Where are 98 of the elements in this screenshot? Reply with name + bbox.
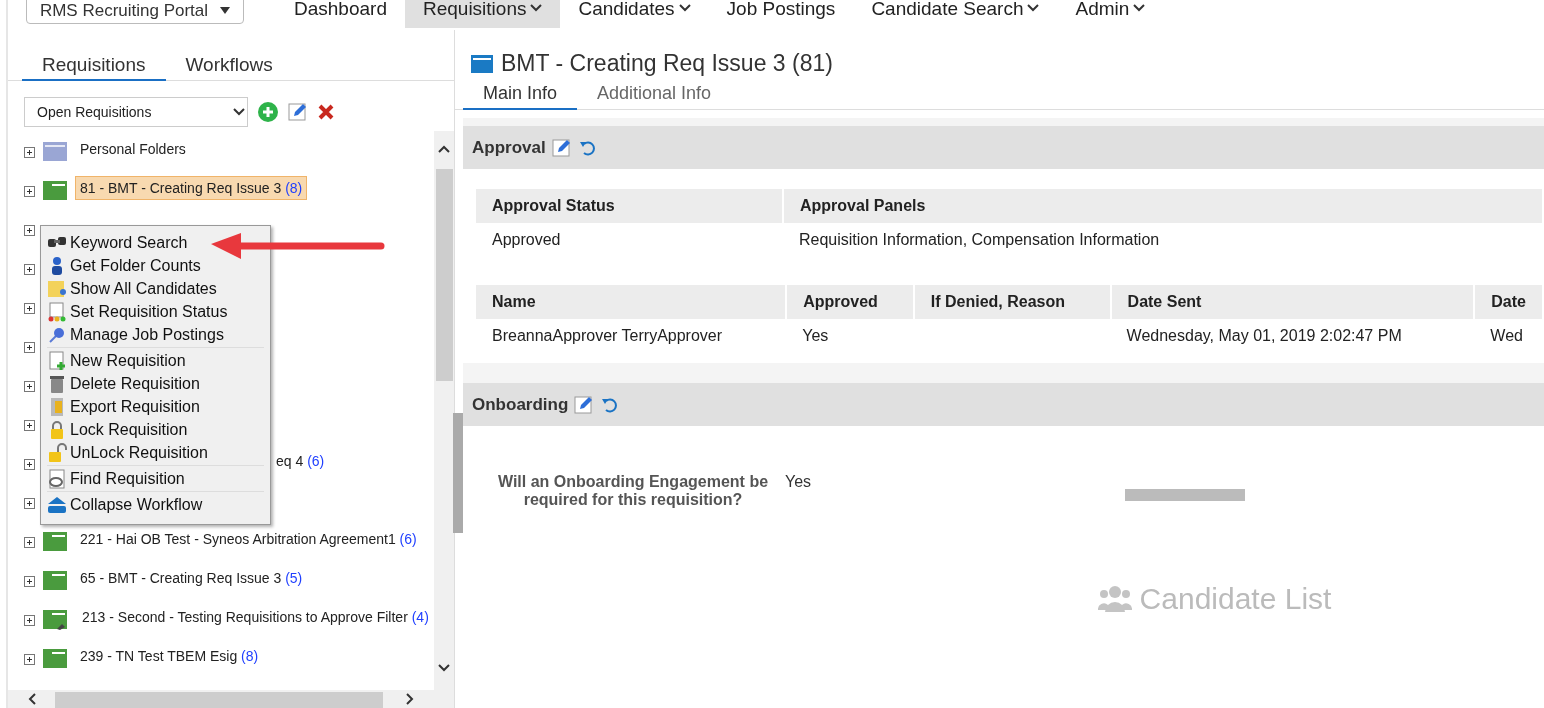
requisition-title: BMT - Creating Req Issue 3 (81): [501, 50, 833, 77]
table-cell: Yes: [786, 319, 914, 353]
column-header: Name: [476, 285, 787, 319]
context-menu-item[interactable]: Set Requisition Status: [47, 300, 228, 323]
expand-toggle-icon[interactable]: [24, 186, 35, 197]
folder-icon: [43, 570, 67, 590]
nav-menu-item[interactable]: Admin: [1057, 0, 1164, 28]
context-menu-item[interactable]: Keyword Search: [47, 231, 188, 254]
candidate-list-heading: Candidate List: [1139, 582, 1332, 616]
expand-toggle-icon[interactable]: [24, 225, 35, 236]
expand-toggle-icon[interactable]: [24, 303, 35, 314]
section-title: Onboarding: [472, 394, 569, 415]
expand-toggle-icon[interactable]: [24, 342, 35, 353]
caret-icon: [438, 664, 450, 672]
context-menu-item[interactable]: Delete Requisition: [47, 372, 200, 395]
vertical-scrollbar[interactable]: [434, 131, 454, 690]
context-menu-item[interactable]: UnLock Requisition: [47, 441, 208, 464]
caret-icon: [438, 145, 450, 153]
expand-toggle-icon[interactable]: [24, 498, 35, 509]
users-icon: [1097, 584, 1132, 614]
folder-icon: [43, 141, 67, 161]
new-document-icon: [47, 350, 67, 371]
expand-toggle-icon[interactable]: [24, 381, 35, 392]
caret-icon: [233, 108, 245, 116]
nav-menu-item[interactable]: Dashboard: [276, 0, 405, 28]
field-value: Yes: [785, 473, 812, 492]
expand-toggle-icon[interactable]: [24, 264, 35, 275]
context-menu-item[interactable]: Manage Job Postings: [47, 323, 224, 346]
column-header: Approval Status: [476, 189, 783, 223]
splitter-handle[interactable]: [453, 413, 463, 533]
expand-toggle-icon[interactable]: [24, 615, 35, 626]
resize-grip[interactable]: [1125, 489, 1245, 501]
tree-item[interactable]: 65 - BMT - Creating Req Issue 3 (5): [75, 566, 308, 590]
table-cell: BreannaApprover TerryApprover: [476, 319, 787, 353]
folder-icon: [43, 648, 67, 668]
add-icon[interactable]: [258, 102, 278, 122]
panel-tab[interactable]: Requisitions: [22, 52, 166, 81]
table-cell: Approved: [476, 223, 783, 257]
pinned-folder-icon: [43, 609, 69, 631]
table-cell: Wednesday, May 01, 2019 2:02:47 PM: [1110, 319, 1475, 353]
expand-toggle-icon[interactable]: [24, 459, 35, 470]
scroll-left-icon[interactable]: [28, 693, 36, 705]
edit-icon[interactable]: [551, 137, 572, 158]
panel-tab[interactable]: Workflows: [165, 52, 293, 81]
caret-icon: [1133, 4, 1146, 12]
expand-toggle-icon[interactable]: [24, 654, 35, 665]
folder-icon: [43, 531, 67, 551]
find-icon: [47, 468, 67, 489]
detail-tab[interactable]: Additional Info: [577, 79, 732, 110]
horizontal-scrollbar[interactable]: [8, 690, 454, 708]
nav-menu-item[interactable]: Requisitions: [404, 0, 561, 28]
table-cell: Wed: [1474, 319, 1543, 353]
status-icon: [47, 301, 67, 322]
caret-icon: [678, 4, 691, 12]
portal-selector[interactable]: RMS Recruiting Portal: [26, 0, 244, 24]
unlock-icon: [47, 442, 67, 463]
context-menu-item[interactable]: Get Folder Counts: [47, 254, 201, 277]
expand-toggle-icon[interactable]: [24, 420, 35, 431]
nav-menu-item[interactable]: Candidate Search: [853, 0, 1058, 28]
column-header: Approval Panels: [783, 189, 1543, 223]
expand-toggle-icon[interactable]: [24, 576, 35, 587]
table-cell: Requisition Information, Compensation Information: [783, 223, 1543, 257]
nav-menu-item[interactable]: Candidates: [560, 0, 709, 28]
column-header: Approved: [786, 285, 914, 319]
tree-item[interactable]: Personal Folders: [75, 137, 191, 161]
tree-item[interactable]: eq 4 (6): [271, 449, 330, 473]
expand-toggle-icon[interactable]: [24, 147, 35, 158]
filter-select[interactable]: Open Requisitions: [24, 97, 248, 127]
expand-toggle-icon[interactable]: [24, 537, 35, 548]
context-menu-item[interactable]: Find Requisition: [47, 467, 185, 490]
field-label: Will an Onboarding Engagement be required for this requisition?: [496, 473, 770, 509]
folder-person-icon: [47, 278, 67, 299]
caret-icon: [1027, 4, 1040, 12]
context-menu-item[interactable]: Collapse Workflow: [47, 493, 203, 516]
tree-item[interactable]: 239 - TN Test TBEM Esig (8): [75, 644, 264, 668]
dropdown-triangle-icon: [220, 7, 231, 14]
context-menu-item[interactable]: New Requisition: [47, 349, 186, 372]
section-title: Approval: [472, 137, 546, 158]
tree-item[interactable]: 81 - BMT - Creating Req Issue 3 (8): [75, 176, 308, 200]
column-header: Date: [1474, 285, 1543, 319]
edit-icon[interactable]: [288, 102, 308, 122]
nav-menu-item[interactable]: Job Postings: [708, 0, 854, 28]
edit-icon[interactable]: [574, 394, 595, 415]
scroll-right-icon[interactable]: [406, 693, 414, 705]
caret-icon: [530, 4, 543, 12]
folder-icon: [471, 54, 493, 73]
context-menu-item[interactable]: Lock Requisition: [47, 418, 188, 441]
delete-icon[interactable]: [318, 104, 334, 120]
folder-icon: [43, 180, 67, 200]
column-header: If Denied, Reason: [913, 285, 1111, 319]
context-menu-item[interactable]: Show All Candidates: [47, 277, 217, 300]
collapse-icon: [47, 494, 67, 515]
trash-icon: [47, 373, 67, 394]
context-menu-item[interactable]: Export Requisition: [47, 395, 200, 418]
detail-tab[interactable]: Main Info: [463, 79, 578, 110]
tree-item[interactable]: 221 - Hai OB Test - Syneos Arbitration Agreement1 (6): [75, 527, 422, 551]
tree-item[interactable]: 213 - Second - Testing Requisitions to Approve Filter (4): [77, 605, 434, 629]
column-header: Date Sent: [1110, 285, 1475, 319]
